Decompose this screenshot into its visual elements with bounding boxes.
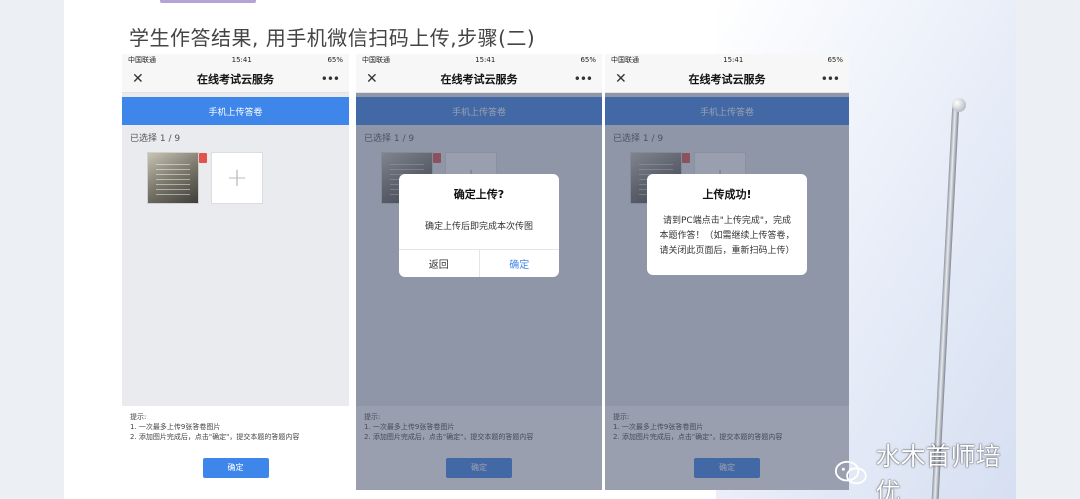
nav-title: 在线考试云服务	[688, 72, 766, 86]
status-bar: 中国联通 15:41 65%	[122, 54, 349, 65]
nav-title: 在线考试云服务	[197, 72, 274, 86]
nav-bar: ✕ 在线考试云服务 •••	[122, 65, 349, 93]
modal-overlay[interactable]	[356, 93, 602, 490]
more-icon[interactable]: •••	[819, 72, 840, 86]
carrier-label: 中国联通	[611, 55, 639, 64]
dialog-title: 确定上传?	[453, 188, 505, 201]
thumbnail-list: +	[122, 148, 349, 208]
carrier-label: 中国联通	[362, 55, 390, 64]
phone-screen-2: 中国联通 15:41 65% ✕ 在线考试云服务 ••• 手机上传答卷 已选择 …	[356, 54, 602, 490]
add-image-button[interactable]: +	[211, 152, 263, 204]
close-icon[interactable]: ✕	[366, 71, 386, 87]
more-icon[interactable]: •••	[572, 72, 593, 86]
upload-tab[interactable]: 手机上传答卷	[122, 97, 349, 125]
tips-heading: 提示:	[130, 413, 147, 421]
slide: 学生作答结果, 用手机微信扫码上传,步骤(二) 中国联通 15:41 65% ✕…	[64, 0, 1016, 499]
upload-success-dialog: 上传成功! 请到PC端点击"上传完成"，完成本题作答！（如需继续上传答卷，请关闭…	[647, 174, 807, 275]
tip-item: 2. 添加图片完成后，点击"确定"，提交本题的答题内容	[130, 433, 300, 441]
battery-label: 65%	[827, 55, 843, 64]
confirm-button[interactable]: 确定	[202, 458, 269, 478]
dialog-message: 请到PC端点击"上传完成"，完成本题作答！（如需继续上传答卷，请关闭此页面后，重…	[659, 216, 795, 256]
watermark-text: 水木首师培优	[875, 442, 1001, 499]
slide-title: 学生作答结果, 用手机微信扫码上传,步骤(二)	[129, 26, 536, 50]
watermark: 水木首师培优	[834, 437, 1016, 499]
top-accent-bar	[160, 0, 256, 3]
nav-bar: ✕ 在线考试云服务 •••	[356, 65, 602, 93]
battery-label: 65%	[580, 55, 596, 64]
ok-button[interactable]: 确定	[480, 250, 560, 277]
tips-panel: 提示: 1. 一次最多上传9张答卷图片 2. 添加图片完成后，点击"确定"，提交…	[122, 406, 349, 490]
answer-sheet-thumbnail[interactable]	[147, 152, 207, 204]
nav-title: 在线考试云服务	[440, 72, 518, 86]
nav-bar: ✕ 在线考试云服务 •••	[605, 65, 849, 93]
close-icon[interactable]: ✕	[615, 71, 635, 87]
status-bar: 中国联通 15:41 65%	[605, 54, 849, 65]
confirm-upload-dialog: 确定上传? 确定上传后即完成本次传图 返回 确定	[399, 174, 559, 277]
flagpole-finial	[952, 98, 966, 112]
dialog-title: 上传成功!	[702, 188, 752, 201]
battery-label: 65%	[327, 55, 343, 64]
tip-item: 1. 一次最多上传9张答卷图片	[130, 423, 221, 431]
phone-screen-1: 中国联通 15:41 65% ✕ 在线考试云服务 ••• 手机上传答卷 已选择 …	[122, 54, 349, 490]
phone-screen-3: 中国联通 15:41 65% ✕ 在线考试云服务 ••• 手机上传答卷 已选择 …	[605, 54, 849, 490]
modal-overlay[interactable]	[605, 93, 849, 490]
time-label: 15:41	[231, 55, 252, 64]
status-bar: 中国联通 15:41 65%	[356, 54, 602, 65]
back-button[interactable]: 返回	[399, 250, 479, 277]
more-icon[interactable]: •••	[319, 72, 340, 86]
time-label: 15:41	[475, 55, 496, 64]
delete-icon[interactable]	[199, 153, 207, 163]
carrier-label: 中国联通	[128, 55, 156, 64]
time-label: 15:41	[723, 55, 744, 64]
dialog-actions: 返回 确定	[399, 249, 559, 277]
wechat-icon	[834, 460, 867, 485]
close-icon[interactable]: ✕	[132, 71, 152, 87]
selected-count: 已选择 1 / 9	[130, 134, 181, 144]
dialog-message: 确定上传后即完成本次传图	[424, 222, 533, 232]
